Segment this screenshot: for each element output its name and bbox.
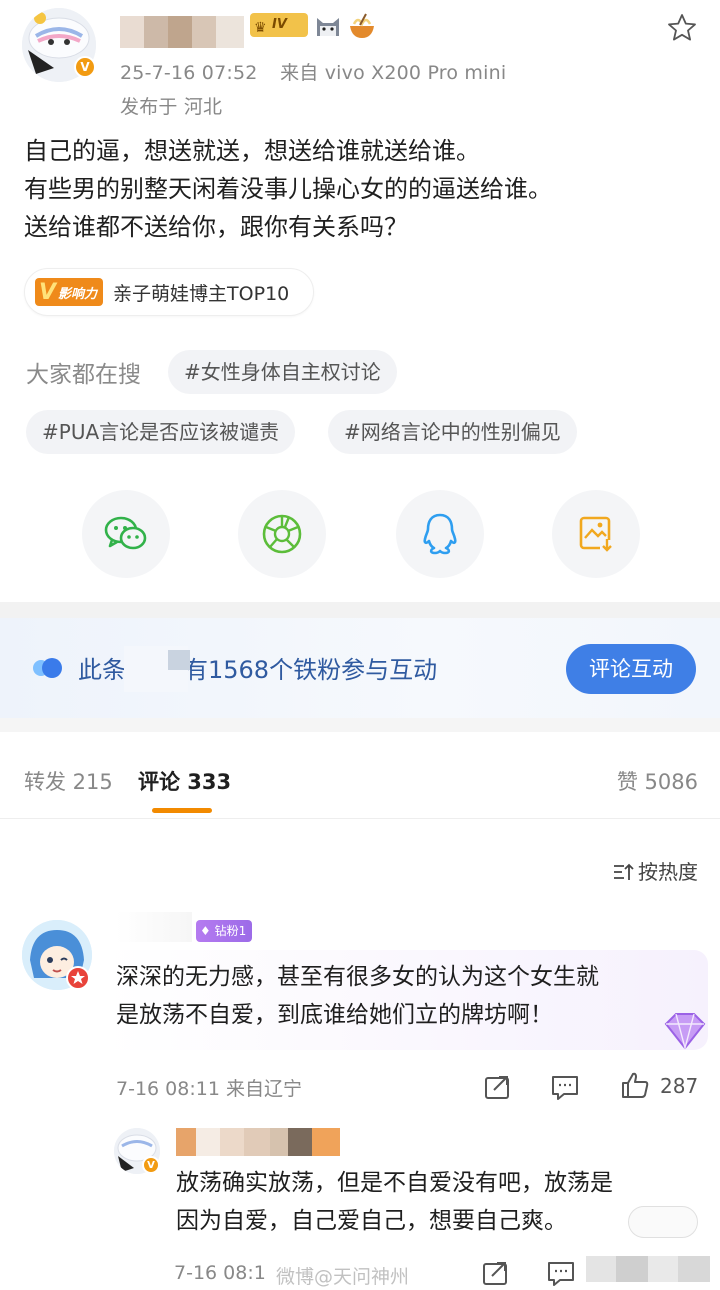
sort-by-hot-button[interactable]: 按热度 bbox=[612, 856, 698, 887]
section-divider bbox=[0, 718, 720, 732]
tabs-divider bbox=[0, 818, 720, 819]
verified-badge-icon: V bbox=[74, 56, 96, 78]
post-body-line: 有些男的别整天闲着没事儿操心女的的逼送给谁。 bbox=[24, 175, 552, 203]
comment-meta: 7-16 08:11 来自辽宁 bbox=[116, 1078, 302, 1100]
verified-badge-icon: V bbox=[142, 1156, 160, 1174]
reply-icon[interactable] bbox=[546, 1258, 576, 1288]
tab-comments[interactable]: 评论 333 bbox=[138, 766, 231, 796]
repost-icon[interactable] bbox=[480, 1258, 510, 1288]
comment-text: 深深的无力感，甚至有很多女的认为这个女生就 是放荡不自爱，到底谁给她们立的牌坊啊… bbox=[116, 964, 599, 1028]
share-wechat-button[interactable] bbox=[82, 490, 170, 578]
search-tag[interactable]: #网络言论中的性别偏见 bbox=[328, 410, 577, 454]
post-body-line: 自己的逼，想送就送，想送给谁就送给谁。 bbox=[24, 137, 480, 165]
watermark-mosaic bbox=[586, 1256, 710, 1282]
comment-interact-button[interactable]: 评论互动 bbox=[566, 644, 696, 694]
post-location: 发布于 河北 bbox=[120, 96, 223, 118]
influence-chip[interactable]: V 影响力 亲子萌娃博主TOP10 bbox=[24, 268, 315, 316]
crown-icon: ♛ bbox=[254, 20, 267, 36]
reply-meta: 7-16 08:1 bbox=[174, 1262, 266, 1284]
noodle-bowl-icon bbox=[348, 12, 376, 40]
influence-text: 亲子萌娃博主TOP10 bbox=[113, 282, 290, 305]
repost-icon[interactable] bbox=[482, 1072, 512, 1102]
influence-badge: V 影响力 bbox=[35, 278, 104, 306]
moments-icon bbox=[262, 514, 302, 554]
cat-emoji-icon bbox=[314, 12, 342, 40]
username-mosaic[interactable] bbox=[120, 16, 244, 48]
sort-icon bbox=[612, 862, 634, 887]
share-moments-button[interactable] bbox=[238, 490, 326, 578]
qq-icon bbox=[423, 513, 457, 555]
redaction-block bbox=[168, 650, 190, 670]
wechat-icon bbox=[104, 516, 147, 550]
username-redacted[interactable] bbox=[116, 912, 192, 942]
reply-text: 放荡确实放荡，但是不自爱没有吧，放荡是 因为自爱，自己爱自己，想要自己爽。 bbox=[176, 1170, 613, 1234]
post-body-line: 送给谁都不送给你，跟你有关系吗？ bbox=[24, 213, 408, 241]
watermark: 微博@天问神州 bbox=[276, 1266, 410, 1288]
favorite-star-icon[interactable] bbox=[666, 12, 698, 44]
post-body: 自己的逼，想送就送，想送给谁就送给谁。 有些男的别整天闲着没事儿操心女的的逼送给… bbox=[24, 132, 704, 246]
like-count: 287 bbox=[660, 1074, 699, 1098]
diamond-fan-decoration-icon bbox=[662, 1010, 708, 1052]
share-qq-button[interactable] bbox=[396, 490, 484, 578]
reaction-sticker bbox=[628, 1206, 698, 1238]
search-tag[interactable]: #女性身体自主权讨论 bbox=[168, 350, 397, 394]
like-thumb-icon[interactable] bbox=[620, 1070, 650, 1100]
post-source: 来自 vivo X200 Pro mini bbox=[280, 62, 507, 84]
diamond-icon: ♦ bbox=[200, 924, 211, 938]
tab-repost[interactable]: 转发 215 bbox=[24, 766, 113, 796]
save-image-icon bbox=[579, 516, 614, 554]
fan-toggle-icon bbox=[30, 656, 66, 680]
username-mosaic[interactable] bbox=[176, 1128, 340, 1156]
v-letter-icon: V bbox=[39, 279, 57, 305]
section-divider bbox=[0, 602, 720, 618]
member-badge-icon bbox=[66, 966, 90, 990]
tab-likes[interactable]: 赞 5086 bbox=[617, 766, 698, 796]
post-timestamp-source: 25-7-16 07:52 来自 vivo X200 Pro mini bbox=[120, 58, 506, 85]
save-image-button[interactable] bbox=[552, 490, 640, 578]
search-tag[interactable]: #PUA言论是否应该被谴责 bbox=[26, 410, 296, 454]
level-badge: ♛ IV bbox=[250, 13, 308, 37]
searching-label: 大家都在搜 bbox=[26, 362, 141, 388]
reply-icon[interactable] bbox=[550, 1072, 580, 1102]
post-timestamp: 25-7-16 07:52 bbox=[120, 62, 258, 84]
fan-level-badge: ♦ 钻粉1 bbox=[196, 920, 253, 942]
active-tab-indicator bbox=[152, 808, 212, 813]
